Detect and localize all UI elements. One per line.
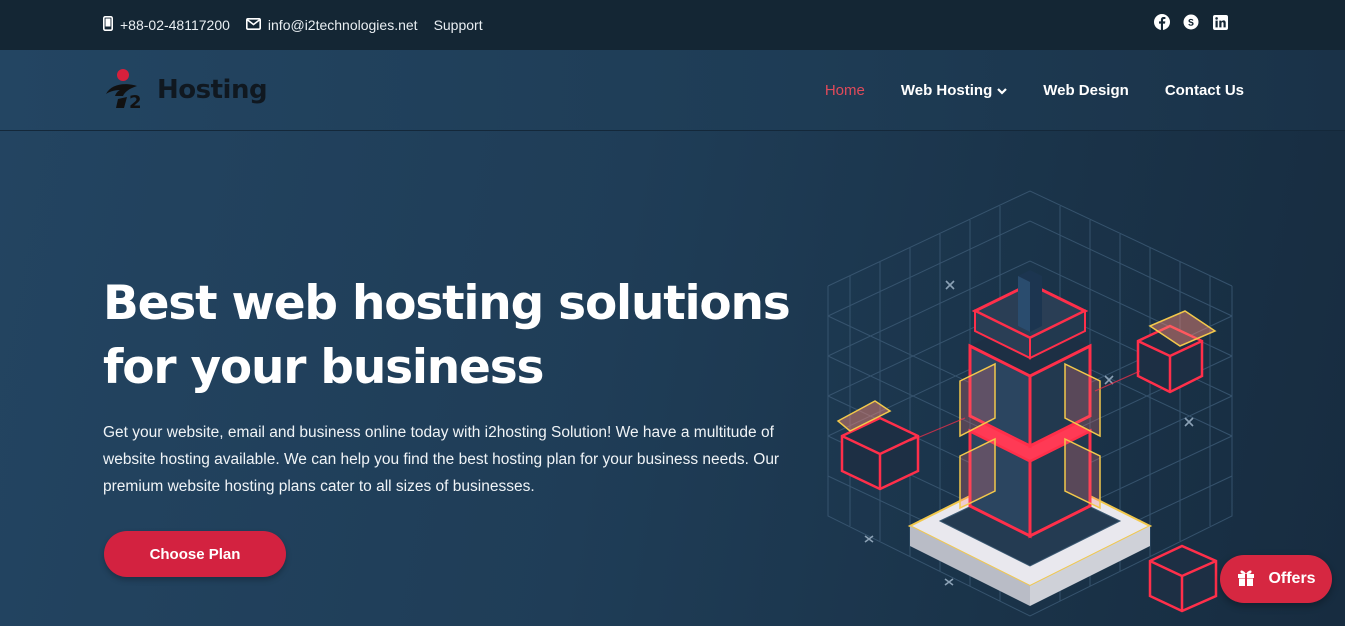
- linkedin-icon[interactable]: [1212, 14, 1228, 30]
- hero-description: Get your website, email and business onl…: [103, 424, 780, 495]
- facebook-icon[interactable]: [1154, 14, 1170, 30]
- nav-web-hosting-label: Web Hosting: [900, 82, 993, 99]
- email-address: info@i2technologies.net: [267, 17, 418, 33]
- nav-contact-us[interactable]: Contact Us: [1165, 82, 1244, 99]
- phone-number: +88-02-48117200: [120, 17, 230, 33]
- envelope-icon: [245, 17, 268, 33]
- site-logo[interactable]: 2 Hosting: [103, 66, 268, 115]
- offers-label: Offers: [1268, 570, 1316, 587]
- svg-text:2: 2: [129, 92, 142, 110]
- gift-icon: [1236, 567, 1256, 592]
- mobile-phone-icon: [103, 16, 120, 34]
- skype-icon[interactable]: [1183, 14, 1199, 30]
- chevron-down-icon: [997, 82, 1008, 99]
- support-link[interactable]: Support: [434, 17, 483, 33]
- social-links: [1154, 0, 1228, 44]
- hero-section: Best web hosting solutions for your busi…: [0, 131, 1345, 626]
- i2-logo-mark: 2: [103, 66, 155, 115]
- hero-title-line2: for your business: [103, 340, 544, 395]
- contact-info: +88-02-48117200 info@i2technologies.net …: [103, 0, 499, 50]
- hero-title: Best web hosting solutions for your busi…: [103, 272, 803, 400]
- server-illustration: [827, 190, 1233, 617]
- support-label: Support: [433, 17, 483, 33]
- offers-button[interactable]: Offers: [1220, 555, 1332, 603]
- nav-web-design[interactable]: Web Design: [1043, 82, 1129, 99]
- nav-web-hosting[interactable]: Web Hosting: [900, 82, 1008, 99]
- nav-home[interactable]: Home: [825, 82, 865, 99]
- main-nav: Home Web Hosting Web Design Contact Us: [825, 50, 1244, 131]
- choose-plan-button[interactable]: Choose Plan: [104, 531, 286, 577]
- hero-title-line1: Best web hosting solutions: [103, 276, 791, 331]
- site-header: 2 Hosting Home Web Hosting Web Design Co…: [0, 50, 1345, 131]
- phone-contact[interactable]: +88-02-48117200: [103, 16, 230, 34]
- logo-text: Hosting: [157, 75, 268, 105]
- top-bar: +88-02-48117200 info@i2technologies.net …: [0, 0, 1345, 50]
- email-contact[interactable]: info@i2technologies.net: [245, 17, 418, 33]
